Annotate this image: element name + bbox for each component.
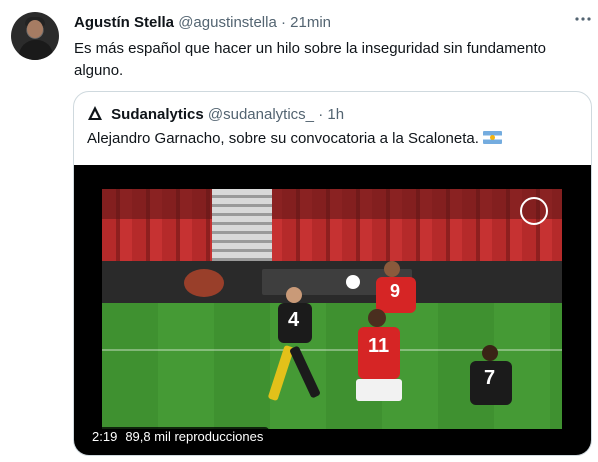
author-name[interactable]: Agustín Stella: [74, 14, 174, 31]
triangle-logo-icon: [88, 106, 102, 120]
advertising-board: [102, 261, 562, 303]
tweet-timestamp[interactable]: 21min: [290, 14, 331, 31]
jersey-number: 11: [368, 335, 390, 357]
quoted-tweet-header: Sudanalytics @sudanalytics_ · 1h: [87, 105, 344, 124]
quoted-author-handle[interactable]: @sudanalytics_: [208, 106, 314, 123]
stands-shadow: [102, 189, 562, 219]
jersey-number: 4: [288, 309, 300, 331]
avatar-head: [27, 20, 43, 38]
more-horizontal-icon: [575, 17, 591, 21]
player-leg: [289, 345, 321, 399]
video-info-badge: 2:19 89,8 mil reproducciones: [86, 427, 270, 447]
quoted-timestamp[interactable]: 1h: [327, 106, 344, 123]
football: [346, 275, 360, 289]
video-duration: 2:19: [92, 429, 118, 444]
player-number-7: 7: [464, 345, 520, 429]
author-handle[interactable]: @agustinstella: [178, 14, 277, 31]
video-player[interactable]: 4 9 11 7 2:19 89,8 mil reproducciones: [74, 165, 591, 455]
jersey-number: 9: [390, 281, 401, 301]
video-view-count: 89,8 mil reproducciones: [125, 429, 264, 444]
player-head: [482, 345, 498, 361]
header-separator: ·: [280, 14, 286, 31]
player-head: [384, 261, 400, 277]
club-crest-on-board: [184, 269, 224, 297]
tweet-text: Es más español que hacer un hilo sobre l…: [74, 40, 546, 79]
avatar-body: [19, 40, 53, 60]
quoted-tweet-text-row: Alejandro Garnacho, sobre su convocatori…: [87, 129, 502, 149]
quoted-header-separator: ·: [318, 106, 324, 123]
quoted-author-name[interactable]: Sudanalytics: [111, 106, 204, 123]
stadium-steps: [212, 189, 272, 261]
club-crest-watermark-icon: [520, 197, 548, 225]
more-options-button[interactable]: [572, 10, 594, 32]
jersey-number: 7: [484, 367, 496, 389]
player-head: [286, 287, 302, 303]
player-shorts: [356, 379, 402, 401]
video-frame: 4 9 11 7: [102, 189, 562, 429]
argentina-flag-icon: [482, 131, 502, 144]
player-number-4: 4: [267, 287, 321, 407]
author-avatar[interactable]: [11, 12, 59, 60]
player-head: [368, 309, 386, 327]
player-number-11: 11: [352, 309, 410, 429]
quoted-tweet-text: Alejandro Garnacho, sobre su convocatori…: [87, 130, 479, 147]
tweet-header: Agustín Stella @agustinstella · 21min: [74, 14, 331, 32]
quoted-tweet[interactable]: Sudanalytics @sudanalytics_ · 1h Alejand…: [73, 91, 592, 456]
